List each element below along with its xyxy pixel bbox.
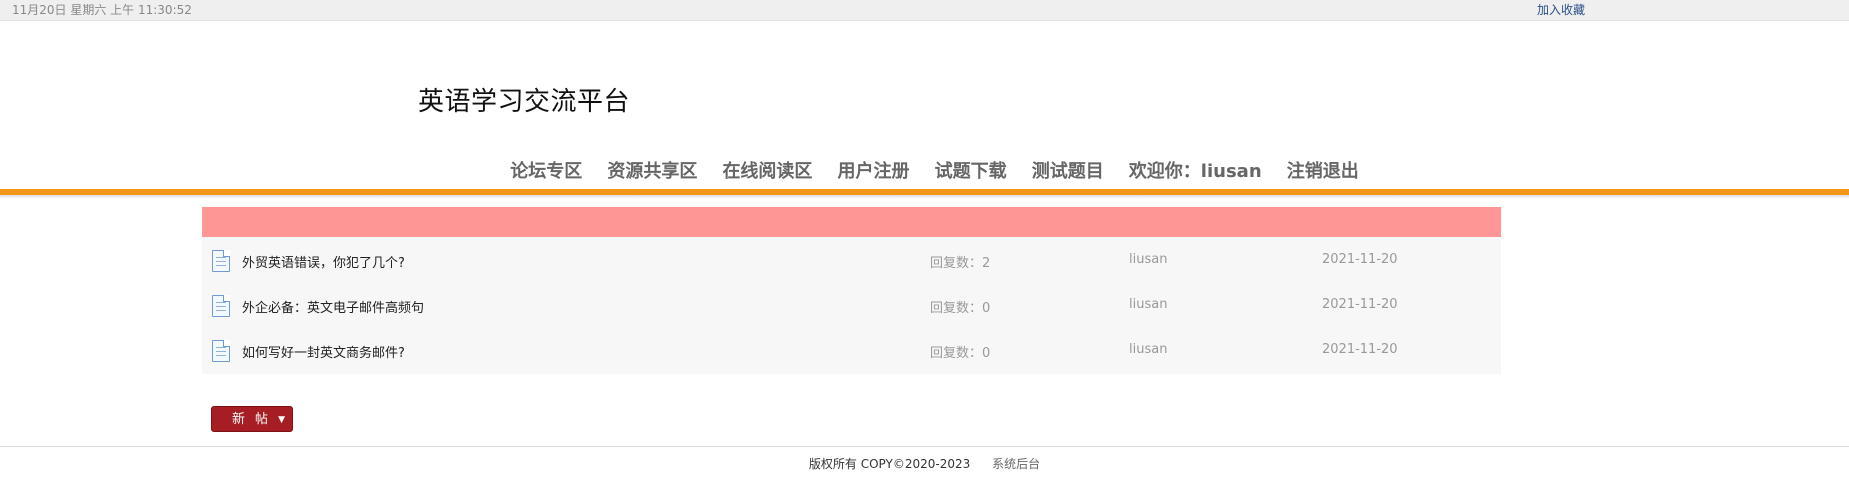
reply-count: 回复数：2 bbox=[930, 256, 991, 271]
board-header bbox=[202, 207, 1501, 237]
post-list: 外贸英语错误，你犯了几个? 回复数：2 liusan 2021-11-20 外企… bbox=[202, 237, 1501, 374]
post-author: liusan bbox=[1129, 297, 1168, 312]
post-title[interactable]: 外企必备：英文电子邮件高频句 bbox=[242, 297, 424, 316]
top-bar: 11月20日 星期六 上午 11:30:52 加入收藏 bbox=[0, 0, 1849, 21]
main-nav: 论坛专区 资源共享区 在线阅读区 用户注册 试题下载 测试题目 欢迎你：lius… bbox=[0, 157, 1849, 183]
site-title: 英语学习交流平台 bbox=[418, 87, 631, 117]
post-date: 2021-11-20 bbox=[1322, 297, 1398, 312]
post-date: 2021-11-20 bbox=[1322, 252, 1398, 267]
add-favorite-link[interactable]: 加入收藏 bbox=[1537, 1, 1585, 18]
reply-count: 回复数：0 bbox=[930, 301, 991, 316]
nav-logout[interactable]: 注销退出 bbox=[1287, 157, 1359, 183]
post-board: 外贸英语错误，你犯了几个? 回复数：2 liusan 2021-11-20 外企… bbox=[202, 207, 1501, 374]
nav-online-reading[interactable]: 在线阅读区 bbox=[722, 157, 812, 183]
post-date: 2021-11-20 bbox=[1322, 342, 1398, 357]
reply-count: 回复数：0 bbox=[930, 346, 991, 361]
document-icon bbox=[212, 340, 230, 362]
current-datetime: 11月20日 星期六 上午 11:30:52 bbox=[12, 3, 192, 17]
copyright-text: 版权所有 COPY©2020-2023 bbox=[808, 457, 971, 471]
post-author: liusan bbox=[1129, 252, 1168, 267]
post-row[interactable]: 外贸英语错误，你犯了几个? 回复数：2 liusan 2021-11-20 bbox=[202, 239, 1501, 284]
post-title[interactable]: 外贸英语错误，你犯了几个? bbox=[242, 252, 405, 271]
document-icon bbox=[212, 295, 230, 317]
nav-downloads[interactable]: 试题下载 bbox=[935, 157, 1007, 183]
site-header: 英语学习交流平台 论坛专区 资源共享区 在线阅读区 用户注册 试题下载 测试题目… bbox=[0, 21, 1849, 189]
dropdown-caret-icon[interactable]: ▼ bbox=[278, 407, 285, 433]
document-icon bbox=[212, 250, 230, 272]
post-title[interactable]: 如何写好一封英文商务邮件? bbox=[242, 342, 405, 361]
admin-link[interactable]: 系统后台 bbox=[992, 457, 1040, 471]
nav-welcome-user[interactable]: 欢迎你：liusan bbox=[1129, 157, 1262, 183]
nav-resources[interactable]: 资源共享区 bbox=[607, 157, 697, 183]
nav-forum[interactable]: 论坛专区 bbox=[510, 157, 582, 183]
post-row[interactable]: 如何写好一封英文商务邮件? 回复数：0 liusan 2021-11-20 bbox=[202, 329, 1501, 374]
new-post-label: 新帖 bbox=[232, 412, 279, 427]
site-footer: 版权所有 COPY©2020-2023 系统后台 bbox=[0, 447, 1849, 472]
nav-register[interactable]: 用户注册 bbox=[838, 157, 910, 183]
new-post-button[interactable]: 新帖 ▼ bbox=[211, 406, 293, 432]
nav-tests[interactable]: 测试题目 bbox=[1032, 157, 1104, 183]
post-author: liusan bbox=[1129, 342, 1168, 357]
post-row[interactable]: 外企必备：英文电子邮件高频句 回复数：0 liusan 2021-11-20 bbox=[202, 284, 1501, 329]
header-shadow bbox=[0, 195, 1849, 199]
